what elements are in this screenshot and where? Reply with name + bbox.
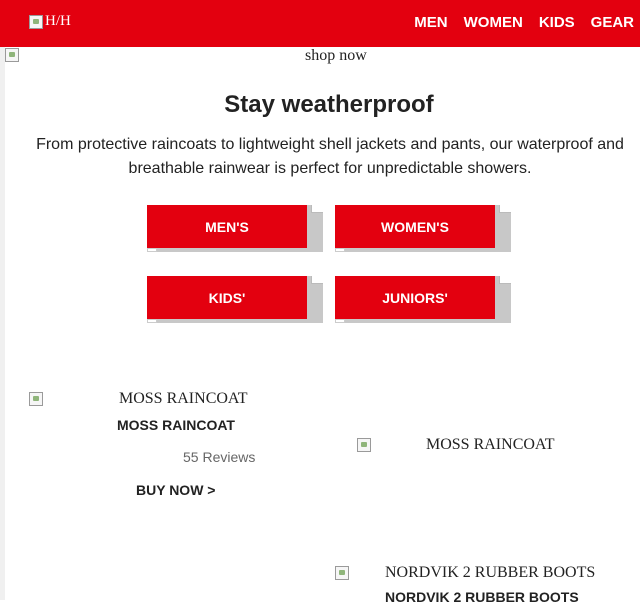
broken-image-corner [499, 205, 511, 213]
category-button-kids[interactable]: KIDS' [147, 276, 323, 323]
product-card-moss-raincoat: MOSS RAINCOAT MOSS RAINCOAT 55 Reviews B… [29, 390, 329, 498]
category-label: JUNIORS' [335, 276, 495, 319]
nav-item-men[interactable]: MEN [414, 14, 447, 31]
page-title: Stay weatherproof [224, 91, 434, 118]
broken-image-corner [311, 276, 323, 284]
hero-alt-text: shop now [305, 47, 367, 64]
product-image-alt: MOSS RAINCOAT [426, 436, 555, 453]
brand-logo[interactable]: H/H [29, 13, 71, 30]
product-image[interactable]: MOSS RAINCOAT [29, 390, 329, 408]
broken-image-corner [147, 319, 157, 323]
product-name[interactable]: MOSS RAINCOAT [117, 417, 235, 433]
broken-image-icon [335, 566, 349, 580]
nav-item-kids[interactable]: KIDS [539, 14, 575, 31]
product-image-alt: MOSS RAINCOAT [119, 390, 248, 407]
broken-image-icon [29, 392, 43, 406]
broken-image-corner [335, 248, 345, 252]
category-label: MEN'S [147, 205, 307, 248]
broken-image-icon [357, 438, 371, 452]
broken-image-corner [335, 319, 345, 323]
broken-image-corner [311, 205, 323, 213]
product-image-alt: NORDVIK 2 RUBBER BOOTS [385, 564, 596, 581]
logo-alt-text: H/H [45, 13, 71, 29]
top-navigation-bar: H/H MEN WOMEN KIDS GEAR [0, 0, 640, 47]
category-button-womens[interactable]: WOMEN'S [335, 205, 511, 252]
category-label: KIDS' [147, 276, 307, 319]
product-name[interactable]: NORDVIK 2 RUBBER BOOTS [385, 589, 579, 605]
left-edge-strip [0, 0, 5, 600]
category-label: WOMEN'S [335, 205, 495, 248]
nav-item-women[interactable]: WOMEN [464, 14, 523, 31]
intro-text: From protective raincoats to lightweight… [36, 136, 624, 177]
broken-image-corner [499, 276, 511, 284]
category-button-mens[interactable]: MEN'S [147, 205, 323, 252]
buy-now-link[interactable]: BUY NOW > [136, 482, 215, 498]
product-image[interactable]: NORDVIK 2 RUBBER BOOTS [335, 564, 595, 582]
main-nav: MEN WOMEN KIDS GEAR [414, 14, 634, 31]
nav-item-gear[interactable]: GEAR [591, 14, 634, 31]
product-reviews[interactable]: 55 Reviews [183, 449, 255, 465]
broken-image-icon [5, 48, 19, 62]
broken-image-corner [147, 248, 157, 252]
category-button-juniors[interactable]: JUNIORS' [335, 276, 511, 323]
broken-image-icon [29, 14, 43, 29]
hero-banner-image[interactable]: shop now [5, 47, 640, 67]
product-image[interactable]: MOSS RAINCOAT [357, 436, 554, 454]
